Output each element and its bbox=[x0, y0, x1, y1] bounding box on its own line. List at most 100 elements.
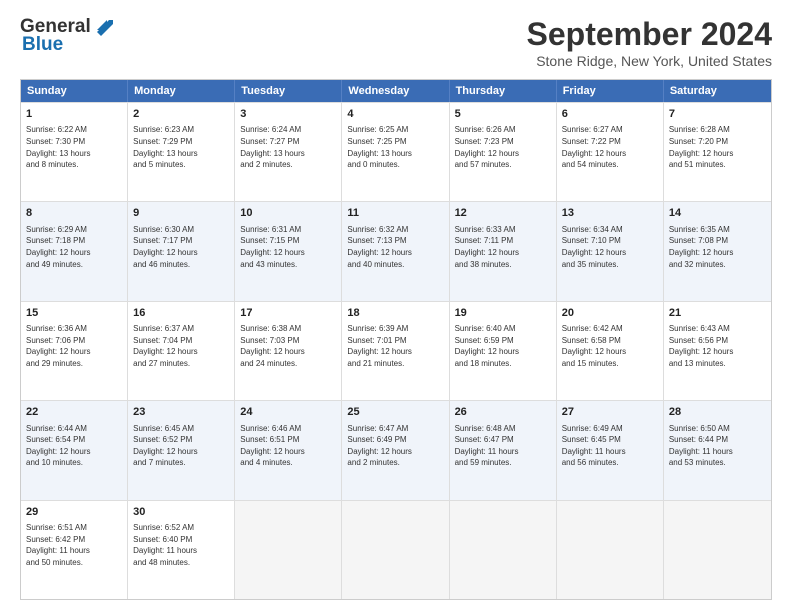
day-number: 19 bbox=[455, 306, 551, 321]
day-cell-4: 4 Sunrise: 6:25 AMSunset: 7:25 PMDaylight… bbox=[342, 103, 449, 201]
day-cell-15: 15Sunrise: 6:36 AMSunset: 7:06 PMDayligh… bbox=[21, 302, 128, 400]
day-cell-19: 19 Sunrise: 6:40 AMSunset: 6:59 PMDayligh… bbox=[450, 302, 557, 400]
cell-details: Sunrise: 6:37 AMSunset: 7:04 PMDaylight:… bbox=[133, 323, 229, 369]
cell-details: Sunrise: 6:51 AMSunset: 6:42 PMDaylight:… bbox=[26, 522, 122, 568]
day-cell-24: 24Sunrise: 6:46 AMSunset: 6:51 PMDayligh… bbox=[235, 401, 342, 499]
empty-cell bbox=[450, 501, 557, 599]
day-number: 24 bbox=[240, 405, 336, 420]
calendar: SundayMondayTuesdayWednesdayThursdayFrid… bbox=[20, 79, 772, 600]
day-cell-2: 2 Sunrise: 6:23 AMSunset: 7:29 PMDaylight… bbox=[128, 103, 235, 201]
day-header-tuesday: Tuesday bbox=[235, 80, 342, 102]
day-number: 16 bbox=[133, 306, 229, 321]
empty-cell bbox=[664, 501, 771, 599]
day-number: 25 bbox=[347, 405, 443, 420]
day-cell-10: 10Sunrise: 6:31 AMSunset: 7:15 PMDayligh… bbox=[235, 202, 342, 300]
day-number: 11 bbox=[347, 206, 443, 221]
calendar-body: 1 Sunrise: 6:22 AMSunset: 7:30 PMDaylight… bbox=[21, 102, 771, 599]
empty-cell bbox=[557, 501, 664, 599]
cell-details: Sunrise: 6:33 AMSunset: 7:11 PMDaylight:… bbox=[455, 224, 551, 270]
day-cell-30: 30Sunrise: 6:52 AMSunset: 6:40 PMDayligh… bbox=[128, 501, 235, 599]
day-cell-29: 29 Sunrise: 6:51 AMSunset: 6:42 PMDayligh… bbox=[21, 501, 128, 599]
page: General Blue September 2024 Stone Ridge,… bbox=[0, 0, 792, 612]
cell-details: Sunrise: 6:48 AMSunset: 6:47 PMDaylight:… bbox=[455, 423, 551, 469]
day-number: 12 bbox=[455, 206, 551, 221]
cell-details: Sunrise: 6:44 AMSunset: 6:54 PMDaylight:… bbox=[26, 423, 122, 469]
calendar-row-4: 22 Sunrise: 6:44 AMSunset: 6:54 PMDayligh… bbox=[21, 400, 771, 499]
day-cell-1: 1 Sunrise: 6:22 AMSunset: 7:30 PMDaylight… bbox=[21, 103, 128, 201]
cell-details: Sunrise: 6:34 AMSunset: 7:10 PMDaylight:… bbox=[562, 224, 658, 270]
day-cell-6: 6 Sunrise: 6:27 AMSunset: 7:22 PMDaylight… bbox=[557, 103, 664, 201]
day-number: 23 bbox=[133, 405, 229, 420]
cell-details: Sunrise: 6:27 AMSunset: 7:22 PMDaylight:… bbox=[562, 124, 658, 170]
day-cell-21: 21 Sunrise: 6:43 AMSunset: 6:56 PMDayligh… bbox=[664, 302, 771, 400]
day-cell-20: 20Sunrise: 6:42 AMSunset: 6:58 PMDayligh… bbox=[557, 302, 664, 400]
cell-details: Sunrise: 6:22 AMSunset: 7:30 PMDaylight:… bbox=[26, 124, 122, 170]
day-number: 5 bbox=[455, 107, 551, 122]
day-header-monday: Monday bbox=[128, 80, 235, 102]
day-cell-18: 18 Sunrise: 6:39 AMSunset: 7:01 PMDayligh… bbox=[342, 302, 449, 400]
day-number: 22 bbox=[26, 405, 122, 420]
empty-cell bbox=[235, 501, 342, 599]
logo: General Blue bbox=[20, 16, 113, 56]
logo-arrow-icon bbox=[93, 16, 113, 36]
month-title: September 2024 bbox=[527, 16, 772, 53]
day-number: 28 bbox=[669, 405, 766, 420]
day-cell-26: 26 Sunrise: 6:48 AMSunset: 6:47 PMDayligh… bbox=[450, 401, 557, 499]
cell-details: Sunrise: 6:36 AMSunset: 7:06 PMDaylight:… bbox=[26, 323, 122, 369]
cell-details: Sunrise: 6:26 AMSunset: 7:23 PMDaylight:… bbox=[455, 124, 551, 170]
day-number: 26 bbox=[455, 405, 551, 420]
cell-details: Sunrise: 6:38 AMSunset: 7:03 PMDaylight:… bbox=[240, 323, 336, 369]
cell-details: Sunrise: 6:35 AMSunset: 7:08 PMDaylight:… bbox=[669, 224, 766, 270]
day-cell-27: 27Sunrise: 6:49 AMSunset: 6:45 PMDayligh… bbox=[557, 401, 664, 499]
cell-details: Sunrise: 6:25 AMSunset: 7:25 PMDaylight:… bbox=[347, 124, 443, 170]
day-number: 6 bbox=[562, 107, 658, 122]
cell-details: Sunrise: 6:50 AMSunset: 6:44 PMDaylight:… bbox=[669, 423, 766, 469]
day-number: 18 bbox=[347, 306, 443, 321]
day-cell-23: 23 Sunrise: 6:45 AMSunset: 6:52 PMDayligh… bbox=[128, 401, 235, 499]
cell-details: Sunrise: 6:47 AMSunset: 6:49 PMDaylight:… bbox=[347, 423, 443, 469]
cell-details: Sunrise: 6:43 AMSunset: 6:56 PMDaylight:… bbox=[669, 323, 766, 369]
logo-blue: Blue bbox=[22, 34, 63, 56]
day-cell-25: 25 Sunrise: 6:47 AMSunset: 6:49 PMDayligh… bbox=[342, 401, 449, 499]
cell-details: Sunrise: 6:52 AMSunset: 6:40 PMDaylight:… bbox=[133, 522, 229, 568]
cell-details: Sunrise: 6:45 AMSunset: 6:52 PMDaylight:… bbox=[133, 423, 229, 469]
day-cell-16: 16 Sunrise: 6:37 AMSunset: 7:04 PMDayligh… bbox=[128, 302, 235, 400]
day-cell-11: 11 Sunrise: 6:32 AMSunset: 7:13 PMDayligh… bbox=[342, 202, 449, 300]
day-number: 9 bbox=[133, 206, 229, 221]
calendar-row-3: 15Sunrise: 6:36 AMSunset: 7:06 PMDayligh… bbox=[21, 301, 771, 400]
cell-details: Sunrise: 6:23 AMSunset: 7:29 PMDaylight:… bbox=[133, 124, 229, 170]
calendar-row-2: 8Sunrise: 6:29 AMSunset: 7:18 PMDaylight… bbox=[21, 201, 771, 300]
title-block: September 2024 Stone Ridge, New York, Un… bbox=[527, 16, 772, 69]
cell-details: Sunrise: 6:28 AMSunset: 7:20 PMDaylight:… bbox=[669, 124, 766, 170]
day-number: 13 bbox=[562, 206, 658, 221]
calendar-row-5: 29 Sunrise: 6:51 AMSunset: 6:42 PMDayligh… bbox=[21, 500, 771, 599]
cell-details: Sunrise: 6:42 AMSunset: 6:58 PMDaylight:… bbox=[562, 323, 658, 369]
day-cell-12: 12 Sunrise: 6:33 AMSunset: 7:11 PMDayligh… bbox=[450, 202, 557, 300]
day-number: 14 bbox=[669, 206, 766, 221]
cell-details: Sunrise: 6:39 AMSunset: 7:01 PMDaylight:… bbox=[347, 323, 443, 369]
day-header-wednesday: Wednesday bbox=[342, 80, 449, 102]
day-number: 29 bbox=[26, 505, 122, 520]
cell-details: Sunrise: 6:31 AMSunset: 7:15 PMDaylight:… bbox=[240, 224, 336, 270]
day-number: 17 bbox=[240, 306, 336, 321]
cell-details: Sunrise: 6:30 AMSunset: 7:17 PMDaylight:… bbox=[133, 224, 229, 270]
day-number: 7 bbox=[669, 107, 766, 122]
day-cell-17: 17 Sunrise: 6:38 AMSunset: 7:03 PMDayligh… bbox=[235, 302, 342, 400]
cell-details: Sunrise: 6:40 AMSunset: 6:59 PMDaylight:… bbox=[455, 323, 551, 369]
day-cell-3: 3Sunrise: 6:24 AMSunset: 7:27 PMDaylight… bbox=[235, 103, 342, 201]
empty-cell bbox=[342, 501, 449, 599]
day-number: 4 bbox=[347, 107, 443, 122]
calendar-row-1: 1 Sunrise: 6:22 AMSunset: 7:30 PMDaylight… bbox=[21, 102, 771, 201]
day-number: 27 bbox=[562, 405, 658, 420]
day-header-friday: Friday bbox=[557, 80, 664, 102]
day-number: 1 bbox=[26, 107, 122, 122]
day-cell-5: 5 Sunrise: 6:26 AMSunset: 7:23 PMDaylight… bbox=[450, 103, 557, 201]
day-header-saturday: Saturday bbox=[664, 80, 771, 102]
day-number: 21 bbox=[669, 306, 766, 321]
day-number: 2 bbox=[133, 107, 229, 122]
header: General Blue September 2024 Stone Ridge,… bbox=[20, 16, 772, 69]
cell-details: Sunrise: 6:32 AMSunset: 7:13 PMDaylight:… bbox=[347, 224, 443, 270]
day-header-thursday: Thursday bbox=[450, 80, 557, 102]
day-cell-8: 8Sunrise: 6:29 AMSunset: 7:18 PMDaylight… bbox=[21, 202, 128, 300]
cell-details: Sunrise: 6:24 AMSunset: 7:27 PMDaylight:… bbox=[240, 124, 336, 170]
